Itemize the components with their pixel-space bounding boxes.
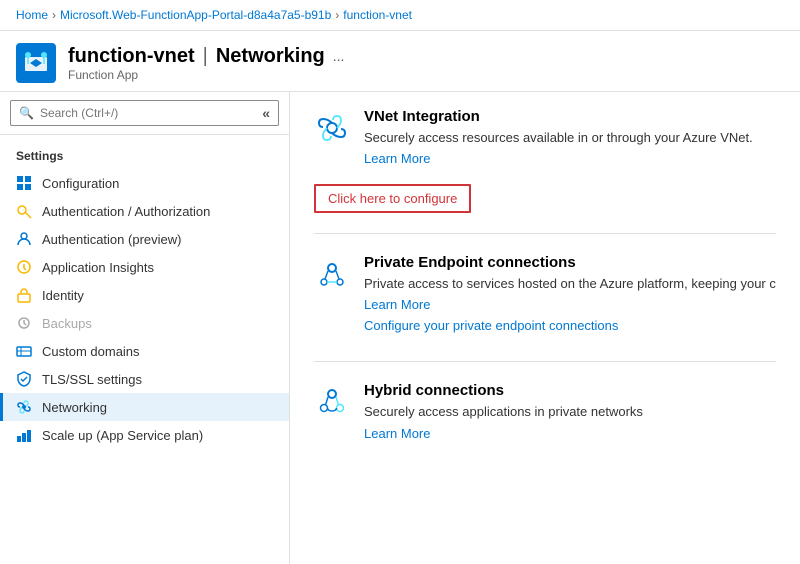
sidebar-item-custom-domains[interactable]: Custom domains	[0, 337, 289, 365]
private-endpoint-section: Private Endpoint connections Private acc…	[314, 254, 776, 362]
custom-domains-label: Custom domains	[42, 344, 273, 359]
hybrid-connections-section: Hybrid connections Securely access appli…	[314, 382, 776, 468]
scale-up-label: Scale up (App Service plan)	[42, 428, 273, 443]
vnet-icon	[314, 110, 350, 146]
more-options-button[interactable]: ...	[333, 48, 345, 64]
sidebar: 🔍 « Settings Configuration Authenticatio…	[0, 92, 290, 564]
settings-section: Settings Configuration Authentication / …	[0, 135, 289, 453]
content-area: VNet Integration Securely access resourc…	[290, 92, 800, 564]
breadcrumb-home[interactable]: Home	[16, 8, 48, 22]
hybrid-icon	[314, 384, 350, 420]
vnet-description: Securely access resources available in o…	[364, 129, 753, 147]
vnet-configure-button[interactable]: Click here to configure	[314, 184, 471, 213]
vnet-integration-section: VNet Integration Securely access resourc…	[314, 108, 776, 234]
search-icon: 🔍	[19, 106, 34, 120]
backup-icon	[16, 315, 32, 331]
sidebar-item-auth-preview[interactable]: Authentication (preview)	[0, 225, 289, 253]
sidebar-item-app-insights[interactable]: Application Insights	[0, 253, 289, 281]
endpoint-icon	[314, 256, 350, 292]
hybrid-description: Securely access applications in private …	[364, 403, 643, 421]
settings-label: Settings	[0, 145, 289, 169]
identity-icon	[16, 287, 32, 303]
page-header: function-vnet | Networking ... Function …	[0, 31, 800, 92]
person-icon	[16, 231, 32, 247]
endpoint-description: Private access to services hosted on the…	[364, 275, 776, 293]
sidebar-item-tls-ssl[interactable]: TLS/SSL settings	[0, 365, 289, 393]
hybrid-learn-more[interactable]: Learn More	[364, 426, 430, 441]
tls-ssl-label: TLS/SSL settings	[42, 372, 273, 387]
app-icon	[16, 43, 56, 83]
sidebar-item-identity[interactable]: Identity	[0, 281, 289, 309]
domain-icon	[16, 343, 32, 359]
search-input[interactable]	[40, 106, 262, 120]
hybrid-title: Hybrid connections	[364, 382, 643, 399]
vnet-learn-more[interactable]: Learn More	[364, 151, 430, 166]
auth-authorization-label: Authentication / Authorization	[42, 204, 273, 219]
sidebar-item-scale-up[interactable]: Scale up (App Service plan)	[0, 421, 289, 449]
key-icon	[16, 203, 32, 219]
network-icon	[16, 399, 32, 415]
breadcrumb-current[interactable]: function-vnet	[343, 8, 412, 22]
identity-label: Identity	[42, 288, 273, 303]
main-layout: 🔍 « Settings Configuration Authenticatio…	[0, 92, 800, 564]
sidebar-item-auth-authorization[interactable]: Authentication / Authorization	[0, 197, 289, 225]
app-subtitle: Function App	[68, 68, 344, 82]
grid-icon	[16, 175, 32, 191]
collapse-button[interactable]: «	[262, 105, 270, 121]
configuration-label: Configuration	[42, 176, 273, 191]
networking-label: Networking	[42, 400, 273, 415]
search-box-container: 🔍 «	[0, 92, 289, 135]
auth-preview-label: Authentication (preview)	[42, 232, 273, 247]
endpoint-learn-more[interactable]: Learn More	[364, 297, 430, 312]
vnet-title: VNet Integration	[364, 108, 753, 125]
breadcrumb: Home › Microsoft.Web-FunctionApp-Portal-…	[0, 0, 800, 31]
insights-icon	[16, 259, 32, 275]
app-insights-label: Application Insights	[42, 260, 273, 275]
endpoint-title: Private Endpoint connections	[364, 254, 776, 271]
page-title: function-vnet | Networking ...	[68, 45, 344, 68]
sidebar-item-networking[interactable]: Networking	[0, 393, 289, 421]
scaleup-icon	[16, 427, 32, 443]
shield-tls-icon	[16, 371, 32, 387]
endpoint-configure-link[interactable]: Configure your private endpoint connecti…	[364, 318, 618, 333]
sidebar-item-backups[interactable]: Backups	[0, 309, 289, 337]
breadcrumb-resource-group[interactable]: Microsoft.Web-FunctionApp-Portal-d8a4a7a…	[60, 8, 331, 22]
sidebar-item-configuration[interactable]: Configuration	[0, 169, 289, 197]
backups-label: Backups	[42, 316, 273, 331]
